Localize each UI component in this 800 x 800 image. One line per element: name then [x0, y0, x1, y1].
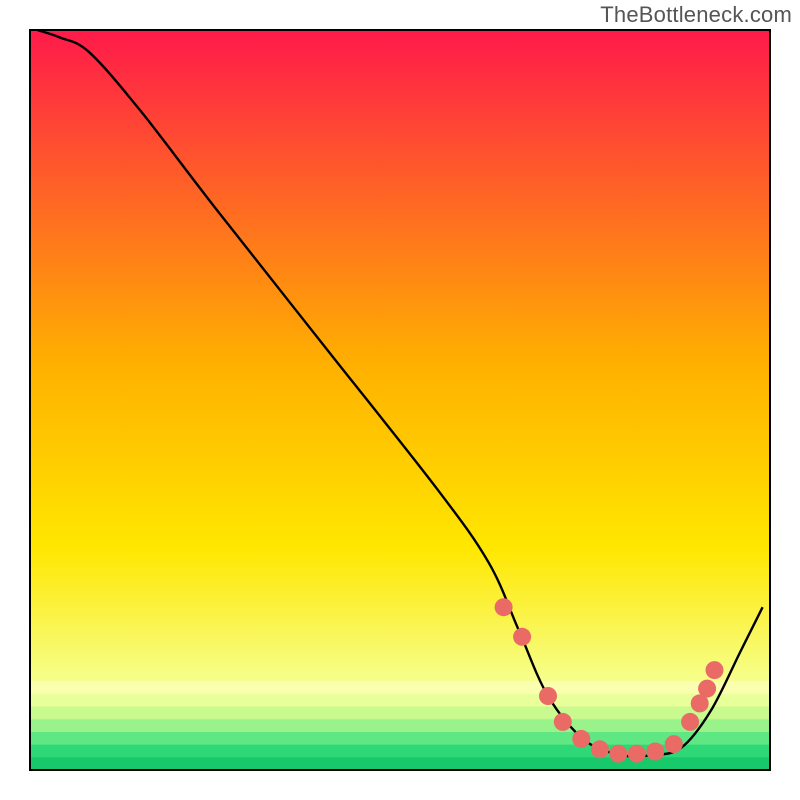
color-band: [30, 732, 770, 745]
highlight-dot: [609, 745, 627, 763]
highlight-dot: [554, 713, 572, 731]
highlight-dot: [628, 745, 646, 763]
highlight-dot: [646, 743, 664, 761]
highlight-dot: [513, 628, 531, 646]
highlight-dot: [665, 735, 683, 753]
color-band: [30, 707, 770, 720]
highlight-dot: [572, 730, 590, 748]
plot-area: [30, 30, 770, 771]
highlight-dot: [681, 713, 699, 731]
highlight-dot: [591, 740, 609, 758]
chart-frame: { "attribution": "TheBottleneck.com", "c…: [0, 0, 800, 800]
color-band: [30, 694, 770, 707]
color-band: [30, 719, 770, 732]
highlight-dot: [706, 661, 724, 679]
highlight-dot: [539, 687, 557, 705]
color-band: [30, 681, 770, 694]
highlight-dot: [495, 598, 513, 616]
bottleneck-chart: [0, 0, 800, 800]
highlight-dot: [698, 680, 716, 698]
gradient-background: [30, 30, 770, 770]
